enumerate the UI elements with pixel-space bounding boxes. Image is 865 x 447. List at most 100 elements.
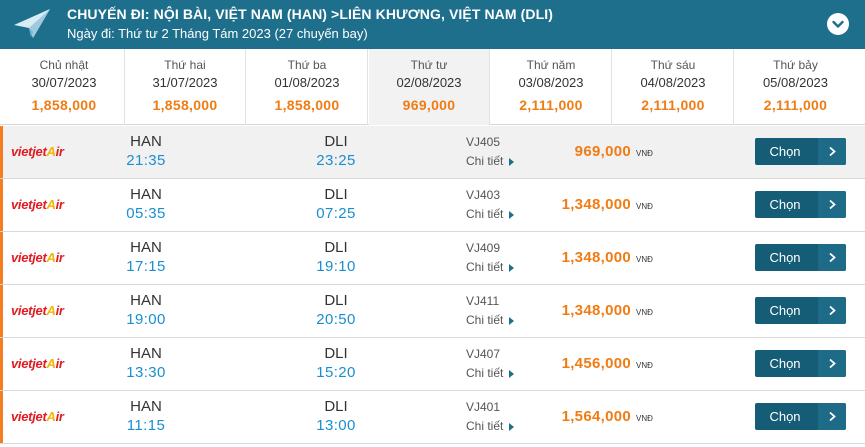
departure-airport: HAN — [130, 398, 162, 415]
flight-detail-link[interactable]: Chi tiết — [466, 207, 515, 221]
collapse-button[interactable] — [827, 13, 849, 35]
chevron-right-icon — [818, 350, 846, 377]
arrival-time: 23:25 — [316, 152, 356, 169]
date-weekday: Thứ sáu — [650, 58, 696, 72]
date-lowest-price: 969,000 — [402, 97, 456, 113]
detail-label: Chi tiết — [466, 366, 504, 380]
flight-row: vietjetAir HAN 13:30 DLI 15:20 VJ407 Chi… — [0, 338, 865, 391]
caret-right-icon — [509, 157, 515, 166]
flight-detail-link[interactable]: Chi tiết — [466, 260, 515, 274]
date-tab[interactable]: Thứ ba 01/08/2023 1,858,000 — [247, 49, 368, 125]
date-tab-selected[interactable]: Thứ tư 02/08/2023 969,000 — [369, 49, 490, 125]
departure-time: 05:35 — [126, 205, 166, 222]
paper-plane-icon — [14, 9, 50, 38]
route-date-summary: Ngày đi: Thứ tư 2 Tháng Tám 2023 (27 chu… — [67, 26, 368, 41]
fare-currency: VNĐ — [636, 361, 653, 370]
detail-label: Chi tiết — [466, 154, 504, 168]
flight-row: vietjetAir HAN 21:35 DLI 23:25 VJ405 Chi… — [0, 126, 865, 179]
fare-price: 1,564,000 — [561, 408, 631, 425]
date-value: 01/08/2023 — [274, 75, 340, 90]
arrival-time: 13:00 — [316, 417, 356, 434]
departure-time: 11:15 — [126, 417, 166, 434]
arrival-airport: DLI — [324, 133, 348, 150]
choose-flight-button[interactable]: Chọn — [755, 297, 846, 324]
date-tab[interactable]: Thứ sáu 04/08/2023 2,111,000 — [613, 49, 734, 125]
date-selector: Chủ nhật 30/07/2023 1,858,000 Thứ hai 31… — [0, 49, 865, 125]
date-lowest-price: 2,111,000 — [763, 97, 828, 113]
departure-time: 19:00 — [126, 311, 166, 328]
flight-row: vietjetAir HAN 11:15 DLI 13:00 VJ401 Chi… — [0, 391, 865, 444]
arrival-airport: DLI — [324, 398, 348, 415]
date-lowest-price: 2,111,000 — [519, 97, 583, 113]
chevron-right-icon — [818, 244, 846, 271]
date-weekday: Chủ nhật — [39, 58, 89, 72]
chevron-down-icon — [832, 20, 844, 28]
flight-detail-link[interactable]: Chi tiết — [466, 154, 515, 168]
choose-button-label: Chọn — [769, 250, 801, 265]
date-tab[interactable]: Thứ năm 03/08/2023 2,111,000 — [491, 49, 612, 125]
date-tab[interactable]: Thứ hai 31/07/2023 1,858,000 — [125, 49, 246, 125]
choose-flight-button[interactable]: Chọn — [755, 191, 846, 218]
route-title: CHUYẾN ĐI: NỘI BÀI, VIỆT NAM (HAN) >LIÊN… — [67, 6, 554, 22]
vietjet-air-logo: vietjetAir — [11, 144, 64, 159]
choose-flight-button[interactable]: Chọn — [755, 350, 846, 377]
date-lowest-price: 1,858,000 — [31, 97, 97, 113]
choose-button-label: Chọn — [769, 409, 801, 424]
date-value: 05/08/2023 — [762, 75, 829, 90]
arrival-time: 15:20 — [316, 364, 356, 381]
vietjet-air-logo: vietjetAir — [11, 356, 64, 371]
flight-number: VJ411 — [466, 294, 500, 308]
date-value: 30/07/2023 — [31, 75, 97, 90]
choose-button-label: Chọn — [769, 197, 801, 212]
caret-right-icon — [509, 210, 515, 219]
departure-time: 17:15 — [126, 258, 166, 275]
choose-button-label: Chọn — [769, 144, 801, 159]
date-weekday: Thứ hai — [164, 58, 206, 72]
fare-currency: VNĐ — [636, 308, 653, 317]
flight-detail-link[interactable]: Chi tiết — [466, 313, 515, 327]
arrival-airport: DLI — [324, 239, 348, 256]
vietjet-air-logo: vietjetAir — [11, 197, 64, 212]
flight-number: VJ409 — [466, 241, 501, 255]
fare-currency: VNĐ — [636, 255, 653, 264]
departure-airport: HAN — [130, 239, 162, 256]
date-weekday: Thứ tư — [410, 58, 448, 72]
date-lowest-price: 2,111,000 — [641, 97, 705, 113]
date-weekday: Thứ năm — [526, 58, 576, 72]
date-value: 02/08/2023 — [396, 75, 462, 90]
caret-right-icon — [509, 316, 515, 325]
flight-number: VJ403 — [466, 188, 501, 202]
choose-button-label: Chọn — [769, 356, 801, 371]
vietjet-air-logo: vietjetAir — [11, 409, 64, 424]
date-weekday: Thứ ba — [287, 58, 327, 72]
flight-row: vietjetAir HAN 17:15 DLI 19:10 VJ409 Chi… — [0, 232, 865, 285]
arrival-airport: DLI — [324, 292, 348, 309]
fare-price: 1,456,000 — [561, 355, 631, 372]
chevron-right-icon — [818, 191, 846, 218]
flight-detail-link[interactable]: Chi tiết — [466, 419, 515, 433]
departure-time: 21:35 — [126, 152, 166, 169]
date-tab[interactable]: Thứ bảy 05/08/2023 2,111,000 — [735, 49, 856, 125]
fare-price: 1,348,000 — [561, 249, 631, 266]
departure-airport: HAN — [130, 292, 162, 309]
arrival-time: 07:25 — [316, 205, 356, 222]
fare-price: 969,000 — [574, 143, 631, 160]
caret-right-icon — [509, 369, 515, 378]
vietjet-air-logo: vietjetAir — [11, 250, 64, 265]
departure-time: 13:30 — [126, 364, 166, 381]
detail-label: Chi tiết — [466, 207, 504, 221]
date-lowest-price: 1,858,000 — [274, 97, 340, 113]
detail-label: Chi tiết — [466, 313, 504, 327]
choose-flight-button[interactable]: Chọn — [755, 244, 846, 271]
flight-detail-link[interactable]: Chi tiết — [466, 366, 515, 380]
date-value: 03/08/2023 — [518, 75, 584, 90]
choose-flight-button[interactable]: Chọn — [755, 403, 846, 430]
date-tab[interactable]: Chủ nhật 30/07/2023 1,858,000 — [4, 49, 125, 125]
date-value: 04/08/2023 — [640, 75, 706, 90]
choose-flight-button[interactable]: Chọn — [755, 138, 846, 165]
flight-number: VJ401 — [466, 400, 501, 414]
route-header: CHUYẾN ĐI: NỘI BÀI, VIỆT NAM (HAN) >LIÊN… — [0, 0, 865, 49]
flight-number: VJ407 — [466, 347, 501, 361]
fare-currency: VNĐ — [636, 149, 653, 158]
caret-right-icon — [509, 422, 515, 431]
